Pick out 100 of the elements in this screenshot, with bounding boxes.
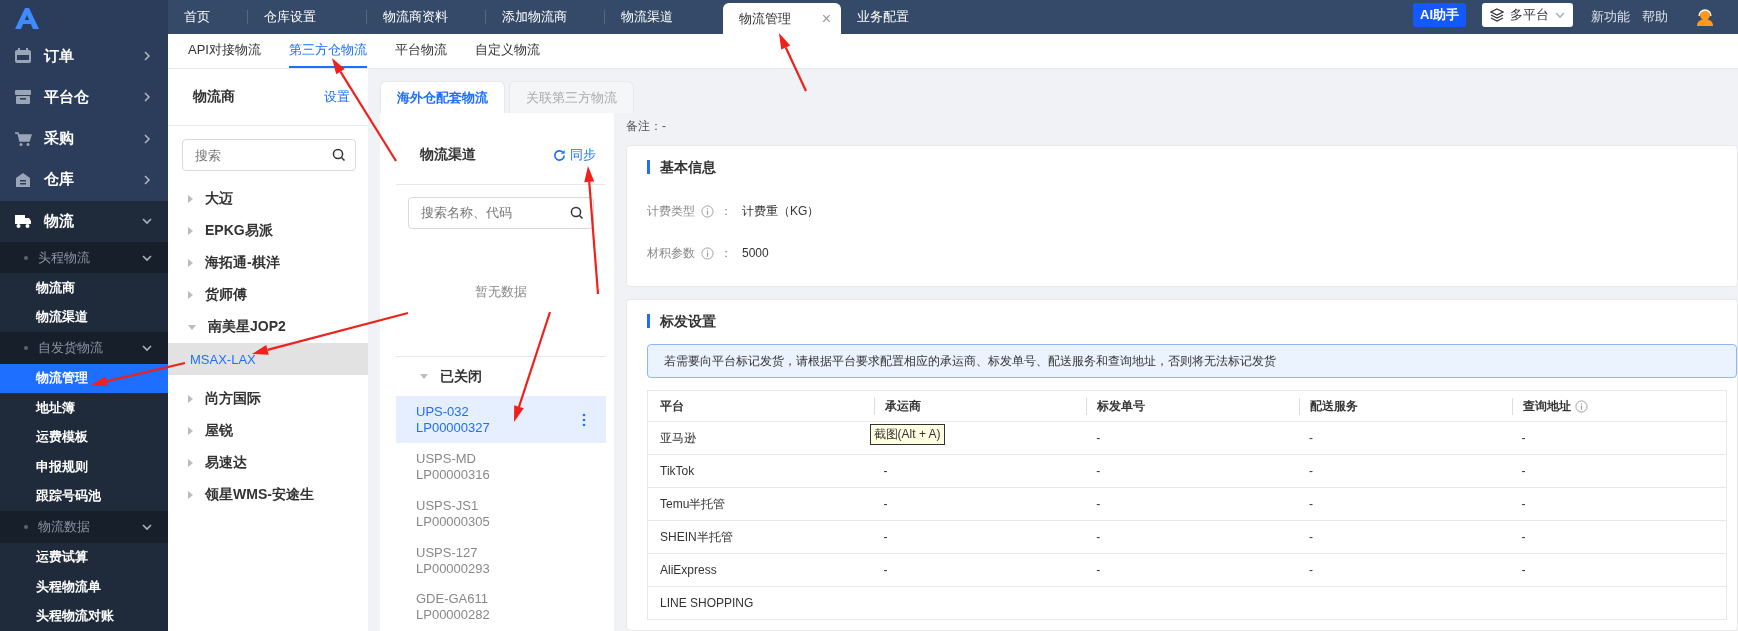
header-link[interactable]: 新功能 [1591, 0, 1630, 34]
channel-list-item[interactable]: GDE-GA611 LP00000282 [396, 584, 606, 631]
table-cell: - [883, 464, 888, 478]
sidebar-menu-item[interactable]: 平台仓 [0, 76, 168, 118]
chevron-down-icon [142, 252, 152, 263]
more-vertical-icon[interactable] [582, 412, 586, 427]
truck-icon [14, 213, 32, 230]
column-header: 配送服务 [1309, 397, 1358, 415]
page-tab[interactable]: 物流商资料 [367, 0, 485, 34]
field-separator: ： [720, 202, 732, 220]
caret-icon[interactable] [188, 324, 196, 330]
sub-tab[interactable]: API对接物流 [188, 34, 261, 68]
page-tab[interactable]: 首页 [168, 0, 247, 34]
sidebar-item[interactable]: 头程物流对账 [0, 601, 168, 631]
caret-icon[interactable] [188, 491, 193, 499]
search-icon[interactable] [570, 205, 584, 220]
field-separator: ： [720, 244, 732, 262]
table-cell: - [883, 497, 888, 511]
table-cell: - [1308, 464, 1313, 478]
sync-link[interactable]: 同步 [553, 146, 596, 165]
search-field[interactable]: 搜索 [182, 139, 356, 171]
sidebar-group[interactable]: 头程物流 [0, 241, 168, 274]
sidebar-item[interactable]: 申报规则 [0, 452, 168, 482]
page-tab[interactable]: 物流渠道 [605, 0, 723, 34]
logo-icon [13, 5, 41, 30]
platform-select[interactable]: 多平台 [1482, 3, 1573, 27]
page-tab[interactable]: 仓库设置 [248, 0, 366, 34]
layers-icon [1490, 8, 1504, 22]
caret-icon[interactable] [188, 459, 193, 467]
sidebar-item[interactable]: 运费试算 [0, 542, 168, 573]
settings-link[interactable]: 设置 [324, 88, 350, 106]
tree-item[interactable]: 尚方国际 [168, 383, 368, 415]
chevron-right-icon [142, 92, 152, 103]
caret-icon[interactable] [188, 195, 193, 203]
chevron-down-icon [1555, 10, 1565, 20]
sidebar-group[interactable]: 物流数据 [0, 511, 168, 543]
caret-icon[interactable] [188, 259, 193, 267]
sidebar-item[interactable]: 跟踪号码池 [0, 481, 168, 512]
sidebar-group[interactable]: 自发货物流 [0, 332, 168, 364]
table-cell: 亚马逊 [660, 430, 696, 445]
column-header: 查询地址 [1522, 397, 1571, 415]
caret-icon[interactable] [188, 427, 193, 435]
column-header: 承运商 [884, 397, 921, 415]
sidebar-item[interactable]: 运费模板 [0, 422, 168, 453]
page-tab[interactable]: 物流管理 × [723, 3, 841, 34]
content-tab[interactable]: 海外仓配套物流 [380, 81, 505, 113]
sidebar-menu-item[interactable]: 订单 [0, 35, 168, 77]
table-cell: TikTok [660, 464, 695, 478]
warehouse-icon [14, 171, 32, 188]
header-link[interactable]: 帮助 [1642, 0, 1668, 34]
caret-icon[interactable] [188, 395, 193, 403]
table-cell: Temu半托管 [660, 496, 726, 511]
sub-tab[interactable]: 平台物流 [394, 34, 447, 68]
tree-item[interactable]: EPKG易派 [168, 215, 368, 247]
group-header[interactable]: 已关闭 [396, 357, 606, 397]
search-field[interactable]: 搜索名称、代码 [408, 196, 594, 229]
remark-text: 备注：- [626, 119, 667, 133]
page-tab[interactable]: 业务配置 [841, 0, 959, 34]
tree-item[interactable]: 大迈 [168, 183, 368, 215]
sidebar-item[interactable]: 物流商 [0, 273, 168, 303]
tree-item[interactable]: 屋锐 [168, 415, 368, 447]
column-header: 平台 [660, 397, 684, 415]
sub-tab[interactable]: 自定义物流 [474, 34, 540, 68]
channel-list-item[interactable]: UPS-032 LP00000327 [396, 396, 606, 444]
table-cell: - [1521, 431, 1526, 445]
field-value: 计费重（KG） [742, 202, 820, 220]
sidebar-item[interactable]: 头程物流单 [0, 572, 168, 602]
caret-icon[interactable] [188, 227, 193, 235]
channel-list-item[interactable]: USPS-JS1 LP00000305 [396, 490, 606, 538]
table-cell: - [883, 563, 888, 577]
table-cell: - [1096, 497, 1101, 511]
caret-icon[interactable] [420, 374, 428, 380]
table-cell: - [1308, 530, 1313, 544]
table-cell: - [1096, 563, 1101, 577]
search-icon[interactable] [332, 148, 346, 162]
tree-item[interactable]: 易速达 [168, 447, 368, 479]
field-value: 5000 [742, 246, 769, 260]
caret-icon[interactable] [188, 291, 193, 299]
ai-assistant-button[interactable]: AI助手 [1413, 3, 1466, 27]
tree-leaf-item[interactable]: MSAX-LAX [168, 343, 368, 375]
channel-list-item[interactable]: USPS-MD LP00000316 [396, 443, 606, 491]
tree-item[interactable]: 货师傅 [168, 279, 368, 311]
info-icon [1574, 399, 1588, 413]
tree-item[interactable]: 海拓通-棋洋 [168, 247, 368, 279]
panel-title: 物流商 [193, 88, 235, 106]
sidebar-menu-item[interactable]: 采购 [0, 117, 168, 160]
table-cell: - [1521, 464, 1526, 478]
sidebar-item[interactable]: 地址簿 [0, 393, 168, 423]
channel-list-item[interactable]: USPS-127 LP00000293 [396, 537, 606, 584]
tree-item[interactable]: 领星WMS-安途生 [168, 479, 368, 511]
sidebar-item[interactable]: 物流渠道 [0, 302, 168, 333]
refresh-icon [553, 148, 566, 162]
field-label: 计费类型 [647, 202, 695, 220]
section-title: 标发设置 [647, 314, 1737, 328]
table-cell: - [1521, 497, 1526, 511]
page-tab[interactable]: 添加物流商 [486, 0, 604, 34]
sidebar-menu-item[interactable]: 仓库 [0, 159, 168, 201]
tree-item[interactable]: 南美星JOP2 [168, 311, 368, 343]
empty-state-text: 暂无数据 [475, 283, 527, 302]
headset-avatar-icon[interactable] [1696, 8, 1714, 26]
